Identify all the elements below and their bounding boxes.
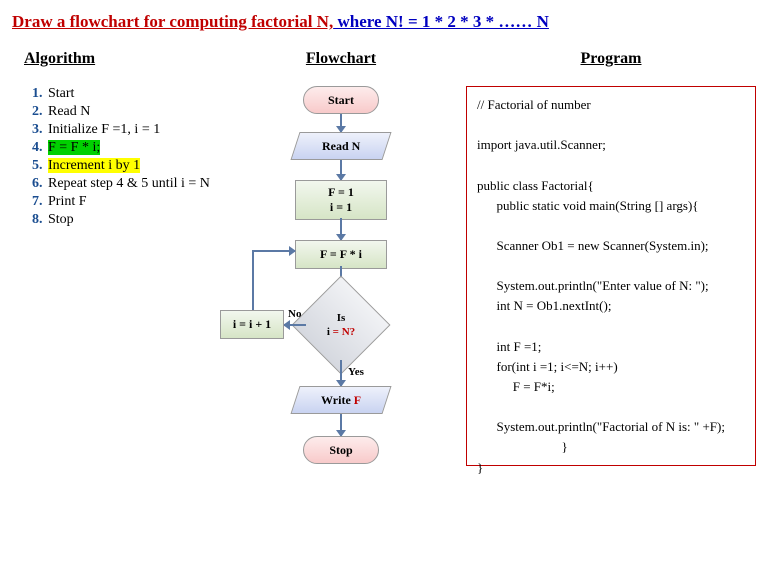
flowchart-heading: Flowchart [216,50,466,68]
main-columns: Algorithm Start Read N Initialize F =1, … [12,50,756,576]
arrow [340,218,342,240]
algo-step-5: Increment i by 1 [46,158,216,174]
arrow [340,160,342,180]
flow-decision: Is i = N? [306,290,376,360]
algo-step-3: Initialize F =1, i = 1 [46,122,216,138]
program-heading: Program [466,50,756,68]
arrow-yes [340,360,342,386]
algo-step-6: Repeat step 4 & 5 until i = N [46,176,216,192]
algo-step-1: Start [46,86,216,102]
label-yes: Yes [348,366,364,378]
algorithm-list: Start Read N Initialize F =1, i = 1 F = … [12,86,216,228]
flow-init: F = 1 i = 1 [295,180,387,220]
flowchart-column: Flowchart Start Read N F = 1 i = 1 F = F… [216,50,466,576]
label-no: No [288,308,301,320]
title-part-2: where N! = 1 * 2 * 3 * …… N [333,12,549,31]
flow-start: Start [303,86,379,114]
program-column: Program // Factorial of number import ja… [466,50,756,576]
algo-step-8: Stop [46,212,216,228]
flow-write: Write F [290,386,391,414]
loop-line-h [252,250,295,252]
algo-step-4: F = F * i; [46,140,216,156]
arrow [340,414,342,436]
flow-increment: i = i + 1 [220,310,284,339]
algorithm-column: Algorithm Start Read N Initialize F =1, … [12,50,216,576]
flow-stop: Stop [303,436,379,464]
algo-step-7: Print F [46,194,216,210]
title-part-1: Draw a flowchart for computing factorial… [12,12,333,31]
flow-read: Read N [290,132,391,160]
page-title: Draw a flowchart for computing factorial… [12,12,756,32]
flow-multiply: F = F * i [295,240,387,269]
arrow-no [284,324,306,326]
program-code: // Factorial of number import java.util.… [466,86,756,466]
algo-step-2: Read N [46,104,216,120]
arrow [340,114,342,132]
algorithm-heading: Algorithm [12,50,216,68]
loop-line-v [252,250,254,310]
flowchart-stage: Start Read N F = 1 i = 1 F = F * i Is i … [216,86,466,576]
